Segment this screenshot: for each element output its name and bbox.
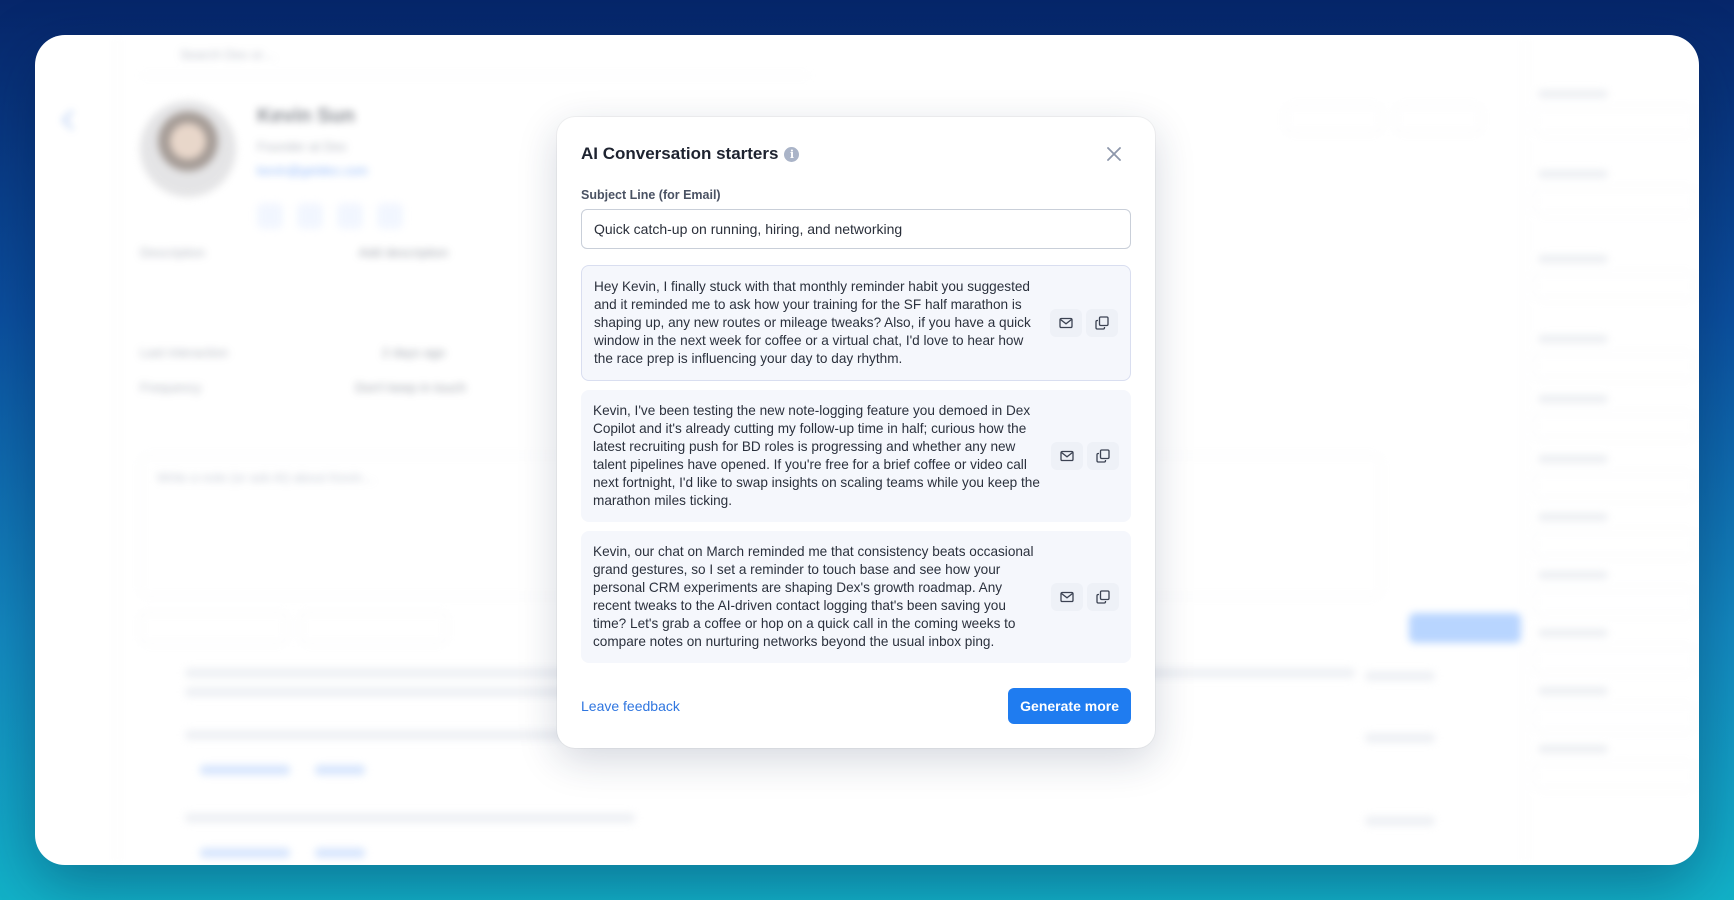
- field-input[interactable]: [1534, 704, 1696, 732]
- contact-name: Kevin Sun: [257, 105, 355, 127]
- copy-icon: [1096, 449, 1110, 463]
- back-chevron-icon[interactable]: [62, 110, 82, 130]
- contact-email[interactable]: kevin@getdex.com: [257, 163, 368, 178]
- field-label: [1538, 455, 1608, 463]
- generate-more-button[interactable]: Generate more: [1008, 688, 1131, 724]
- all-dates-select[interactable]: [1285, 105, 1382, 133]
- copy-icon: [1095, 316, 1109, 330]
- left-rail: [35, 35, 118, 865]
- add-note-button[interactable]: [1409, 613, 1521, 643]
- timeline-link[interactable]: [200, 848, 290, 858]
- field-label: [1538, 513, 1608, 521]
- mail-icon: [1060, 591, 1074, 603]
- field-label: [1538, 395, 1608, 403]
- send-email-button[interactable]: [1051, 583, 1083, 611]
- note-placeholder: Write a note (or ask AI) about Kevin…: [157, 470, 375, 485]
- conversation-starter-text: Kevin, I've been testing the new note-lo…: [593, 403, 1040, 508]
- contact-title: Founder at Dex: [257, 139, 347, 154]
- close-button[interactable]: [1101, 141, 1127, 167]
- conversation-starter-text: Kevin, our chat on March reminded me tha…: [593, 544, 1034, 649]
- frequency-value[interactable]: Don't keep in touch: [355, 380, 466, 395]
- field-input[interactable]: [1534, 187, 1696, 215]
- avatar: [140, 101, 236, 197]
- field-input[interactable]: [1534, 472, 1696, 500]
- timeline-link[interactable]: [315, 765, 365, 775]
- timeline-item: [185, 687, 565, 697]
- field-label: [1538, 571, 1608, 579]
- timeline-date: [1365, 671, 1435, 681]
- leave-feedback-link[interactable]: Leave feedback: [581, 698, 680, 714]
- field-input[interactable]: [1534, 107, 1696, 135]
- field-input[interactable]: [1534, 762, 1696, 790]
- linkedin-social-icon[interactable]: [297, 203, 323, 229]
- field-label: [1538, 170, 1608, 178]
- last-interaction-row: Last interaction 2 days ago: [140, 345, 445, 360]
- field-input[interactable]: [1534, 646, 1696, 674]
- actions-select[interactable]: [1395, 105, 1482, 133]
- field-input[interactable]: [1534, 530, 1696, 558]
- subject-line-label: Subject Line (for Email): [581, 188, 721, 202]
- modal-title: AI Conversation starters: [581, 144, 779, 163]
- copy-icon: [1096, 590, 1110, 604]
- send-email-button[interactable]: [1050, 309, 1082, 337]
- type-select[interactable]: [300, 612, 447, 644]
- twitter-social-icon[interactable]: [337, 203, 363, 229]
- conversation-starter-text: Hey Kevin, I finally stuck with that mon…: [594, 279, 1031, 366]
- email-social-icon[interactable]: [257, 203, 283, 229]
- starter-actions: [1051, 583, 1119, 611]
- last-interaction-value: 2 days ago: [381, 345, 446, 360]
- field-label: [1538, 629, 1608, 637]
- field-input[interactable]: [1534, 352, 1696, 380]
- field-label: [1538, 745, 1608, 753]
- field-label: [1538, 687, 1608, 695]
- last-interaction-label: Last interaction: [140, 345, 229, 360]
- conversation-starter-card: Hey Kevin, I finally stuck with that mon…: [581, 265, 1131, 381]
- frequency-label: Frequency: [140, 380, 202, 395]
- field-input[interactable]: [1534, 588, 1696, 616]
- starter-actions: [1050, 309, 1118, 337]
- starter-actions: [1051, 442, 1119, 470]
- copy-button[interactable]: [1087, 583, 1119, 611]
- timeline-date: [1365, 816, 1435, 826]
- more-social-icon[interactable]: [377, 203, 403, 229]
- conversation-starter-card: Kevin, our chat on March reminded me tha…: [581, 531, 1131, 663]
- conversation-starters-modal: AI Conversation starters i Subject Line …: [557, 117, 1155, 748]
- timeline-item: [185, 813, 635, 823]
- mail-icon: [1060, 450, 1074, 462]
- timeline-link[interactable]: [200, 765, 290, 775]
- field-label: [1538, 90, 1608, 98]
- right-details-panel: [1525, 35, 1699, 865]
- date-picker[interactable]: [140, 612, 287, 644]
- frequency-row: Frequency Don't keep in touch: [140, 380, 466, 395]
- copy-button[interactable]: [1087, 442, 1119, 470]
- copy-button[interactable]: [1086, 309, 1118, 337]
- info-icon[interactable]: i: [784, 146, 800, 162]
- field-label: [1538, 335, 1608, 343]
- modal-footer: Leave feedback Generate more: [581, 688, 1131, 724]
- search-bar[interactable]: Search Dex or…: [140, 35, 810, 76]
- field-input[interactable]: [1534, 412, 1696, 440]
- description-label: Description: [140, 245, 206, 260]
- description-value[interactable]: Add description: [359, 245, 449, 260]
- field-input[interactable]: [1534, 272, 1696, 300]
- conversation-starter-card: Kevin, I've been testing the new note-lo…: [581, 390, 1131, 522]
- send-email-button[interactable]: [1051, 442, 1083, 470]
- timeline-date: [1365, 733, 1435, 743]
- close-icon: [1107, 147, 1121, 161]
- description-row: Description Add description: [140, 245, 448, 260]
- modal-header: AI Conversation starters i: [581, 141, 1131, 167]
- timeline-item: [185, 730, 565, 740]
- timeline-link[interactable]: [315, 848, 365, 858]
- field-label: [1538, 255, 1608, 263]
- mail-icon: [1059, 317, 1073, 329]
- search-placeholder: Search Dex or…: [180, 47, 277, 62]
- subject-line-input[interactable]: [581, 209, 1131, 249]
